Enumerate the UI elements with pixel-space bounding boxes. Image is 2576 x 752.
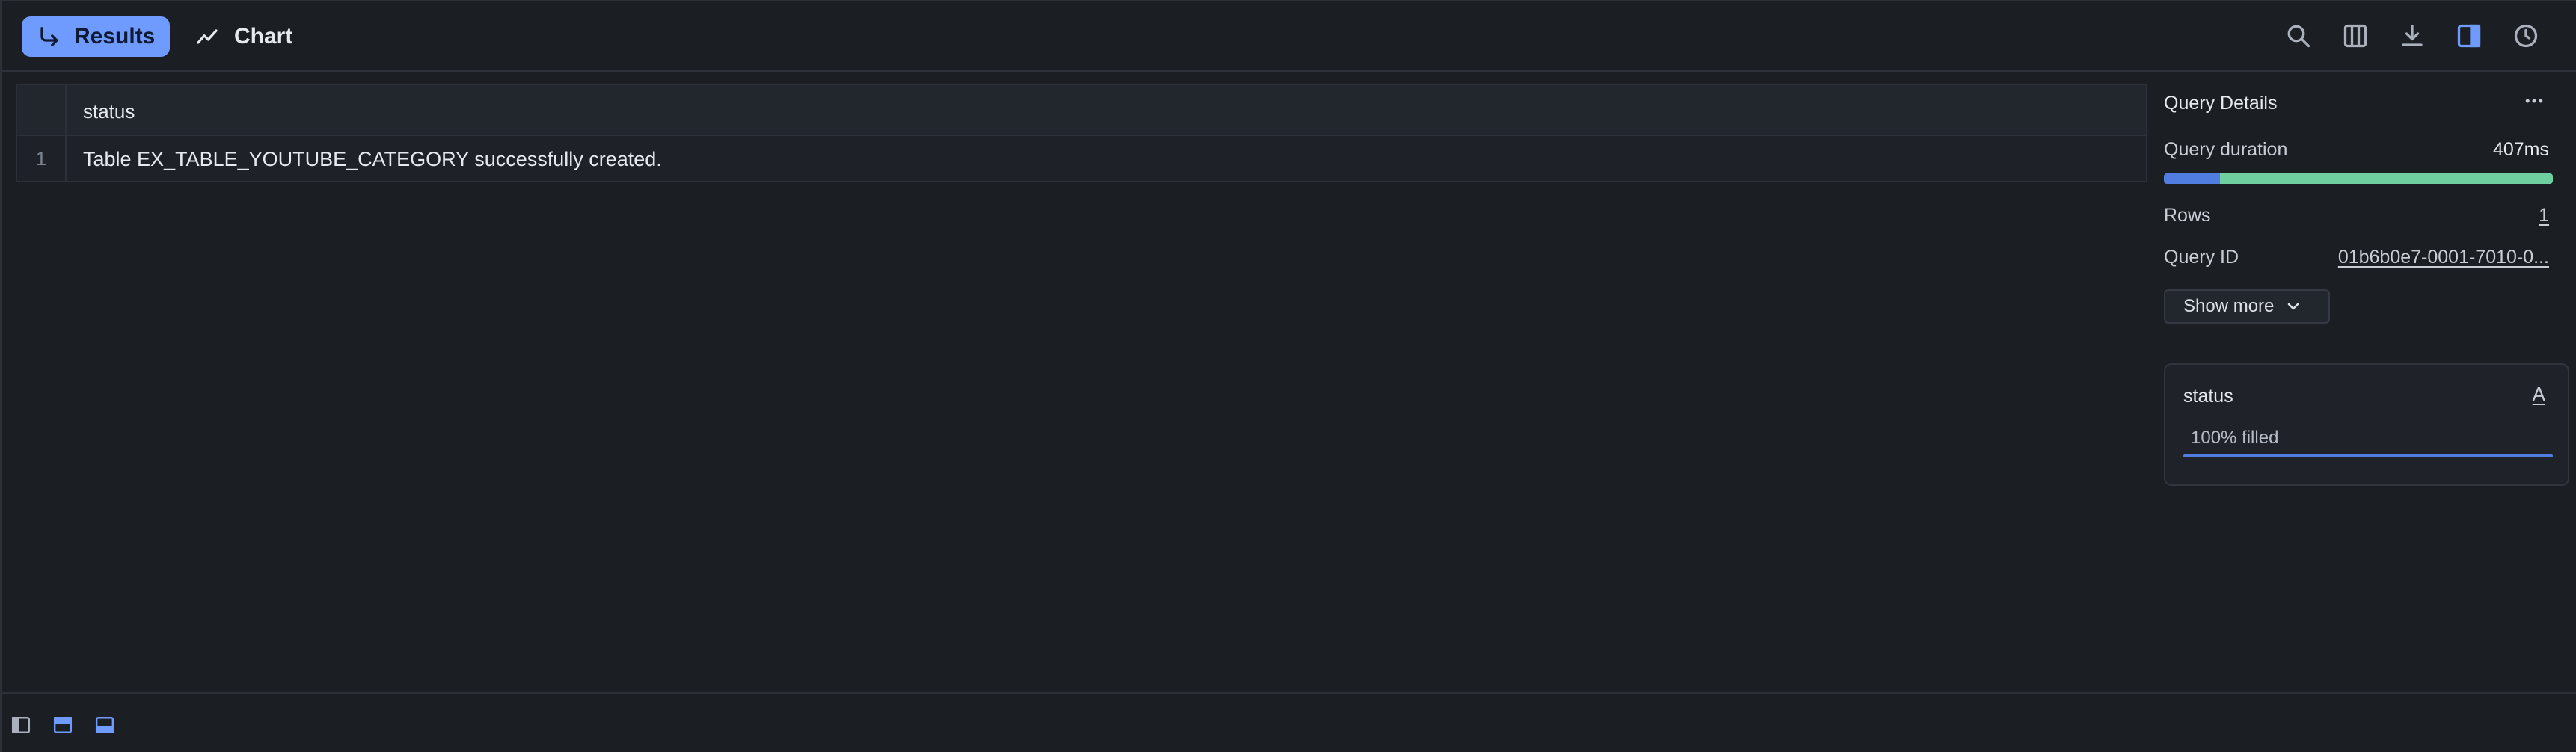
table-cell-status[interactable]: Table EX_TABLE_YOUTUBE_CATEGORY successf… bbox=[83, 148, 662, 171]
sidebar-toggle-icon bbox=[2457, 24, 2481, 48]
search-icon bbox=[2287, 25, 2310, 48]
top-panel-layout-icon[interactable] bbox=[53, 716, 73, 734]
show-more-button[interactable]: Show more bbox=[2164, 289, 2330, 324]
return-arrow-icon bbox=[40, 27, 58, 46]
column-filled-text: 100% filled bbox=[2191, 428, 2279, 448]
results-table: status 1 Table EX_TABLE_YOUTUBE_CATEGORY… bbox=[16, 84, 2147, 182]
column-filled-bar-fill bbox=[2183, 454, 2553, 457]
execute-segment bbox=[2220, 173, 2553, 184]
query-results-pane: Results Chart status 1 Table EX_TABLE_YO… bbox=[0, 0, 2576, 752]
search-button[interactable] bbox=[2285, 22, 2312, 49]
bottom-panel-layout-icon[interactable] bbox=[95, 716, 114, 734]
sidebar-toggle-button[interactable] bbox=[2456, 22, 2483, 49]
history-icon bbox=[2514, 24, 2538, 48]
query-id-link[interactable]: 01b6b0e7-0001-7010-0... bbox=[2338, 247, 2549, 268]
column-filled-bar bbox=[2183, 454, 2553, 457]
columns-icon bbox=[2343, 24, 2367, 48]
column-stats-card[interactable]: status A 100% filled bbox=[2164, 363, 2569, 486]
left-panel-layout-icon[interactable] bbox=[11, 716, 31, 734]
query-id-label: Query ID bbox=[2164, 247, 2239, 268]
columns-button[interactable] bbox=[2342, 22, 2369, 49]
results-toolbar: Results Chart bbox=[2, 1, 2576, 72]
more-options-icon[interactable] bbox=[2523, 90, 2545, 112]
column-header-status[interactable]: status bbox=[83, 100, 135, 123]
line-chart-icon bbox=[197, 29, 218, 44]
download-button[interactable] bbox=[2399, 22, 2426, 49]
history-button[interactable] bbox=[2512, 22, 2539, 49]
text-type-icon: A bbox=[2532, 383, 2545, 405]
table-header bbox=[17, 85, 2146, 136]
rows-label: Rows bbox=[2164, 205, 2211, 226]
rows-value-link[interactable]: 1 bbox=[2539, 205, 2549, 226]
column-stats-name: status bbox=[2183, 386, 2233, 407]
query-duration-bar bbox=[2164, 173, 2553, 184]
index-column-divider bbox=[65, 85, 67, 182]
tab-results[interactable]: Results bbox=[22, 16, 170, 57]
layout-toolbar bbox=[2, 692, 2576, 752]
tab-chart[interactable]: Chart bbox=[195, 16, 307, 57]
query-details-title: Query Details bbox=[2164, 93, 2278, 114]
row-number: 1 bbox=[35, 147, 47, 170]
chevron-down-icon bbox=[2288, 303, 2299, 310]
tab-results-label: Results bbox=[74, 24, 156, 49]
tab-chart-label: Chart bbox=[234, 24, 293, 49]
compile-segment bbox=[2164, 173, 2221, 184]
show-more-label: Show more bbox=[2183, 296, 2275, 316]
download-icon bbox=[2402, 24, 2423, 46]
query-duration-label: Query duration bbox=[2164, 139, 2288, 160]
query-duration-value: 407ms bbox=[2492, 139, 2549, 160]
